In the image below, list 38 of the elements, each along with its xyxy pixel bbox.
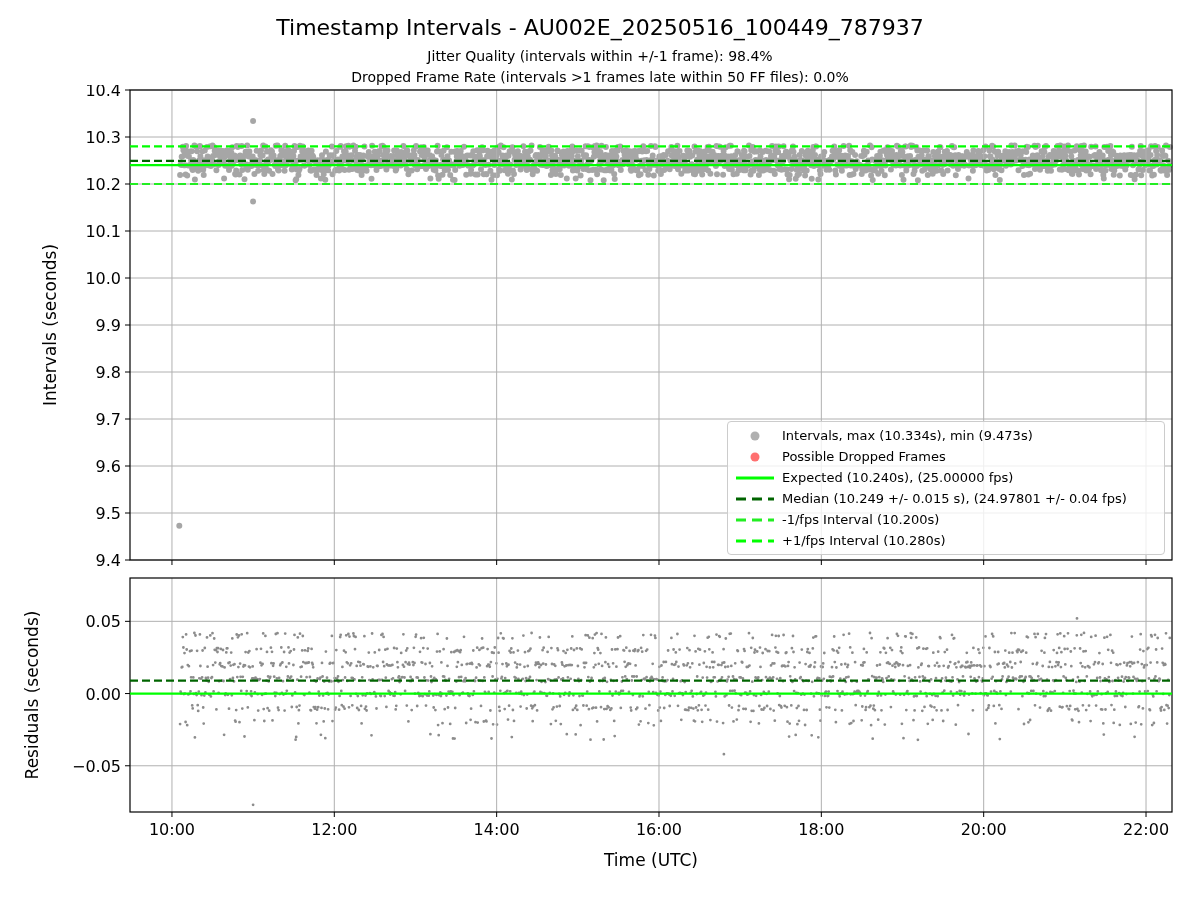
y-axis-label: Intervals (seconds) — [40, 243, 60, 407]
x-tick-label: 14:00 — [473, 820, 520, 839]
line-swatch-icon — [736, 538, 774, 543]
y-tick-label: 9.4 — [95, 551, 121, 570]
x-axis-label: Time (UTC) — [604, 850, 698, 870]
y-tick-label: 9.7 — [95, 410, 121, 429]
line-swatch-icon — [736, 517, 774, 522]
legend-label: -1/fps Interval (10.200s) — [782, 510, 940, 529]
y-tick-label: 0.00 — [85, 684, 121, 704]
y-tick-label: 0.05 — [85, 612, 121, 632]
x-tick-label: 12:00 — [311, 820, 358, 839]
legend-label: +1/fps Interval (10.280s) — [782, 531, 946, 550]
y-axis-label: Residuals (seconds) — [22, 610, 42, 780]
y-tick-label: 9.9 — [95, 316, 121, 335]
y-tick-label: 10.2 — [85, 175, 121, 194]
y-tick-label: 10.3 — [85, 128, 121, 147]
marker-icon — [750, 430, 760, 441]
y-tick-label: 10.0 — [85, 269, 121, 288]
x-tick-label: 20:00 — [960, 820, 1007, 839]
x-tick-label: 10:00 — [148, 820, 195, 839]
line-swatch-icon — [736, 496, 774, 501]
x-tick-label: 16:00 — [635, 820, 683, 839]
line-swatch-icon — [736, 475, 774, 480]
y-tick-label: 9.8 — [95, 363, 121, 382]
chart-subtitle: Dropped Frame Rate (intervals >1 frames late within 50 FF files): 0.0% — [351, 68, 849, 87]
y-tick-label: 10.1 — [85, 222, 121, 241]
legend-label: Possible Dropped Frames — [782, 447, 946, 466]
chart-subtitle: Jitter Quality (intervals within +/-1 frame): 98.4% — [427, 47, 773, 66]
chart-title: Timestamp Intervals - AU002E_20250516_100449_787937 — [276, 14, 924, 42]
y-tick-label: 9.6 — [95, 457, 121, 476]
y-tick-label: 9.5 — [95, 504, 121, 523]
x-tick-label: 18:00 — [798, 820, 845, 839]
marker-icon — [750, 451, 760, 462]
x-tick-label: 22:00 — [1122, 820, 1170, 839]
y-tick-label: −0.05 — [71, 756, 121, 776]
legend-label: Median (10.249 +/- 0.015 s), (24.97801 +/- 0.04 fps) — [782, 489, 1127, 508]
legend-label: Expected (10.240s), (25.00000 fps) — [782, 468, 1014, 487]
legend-label: Intervals, max (10.334s), min (9.473s) — [782, 426, 1033, 445]
